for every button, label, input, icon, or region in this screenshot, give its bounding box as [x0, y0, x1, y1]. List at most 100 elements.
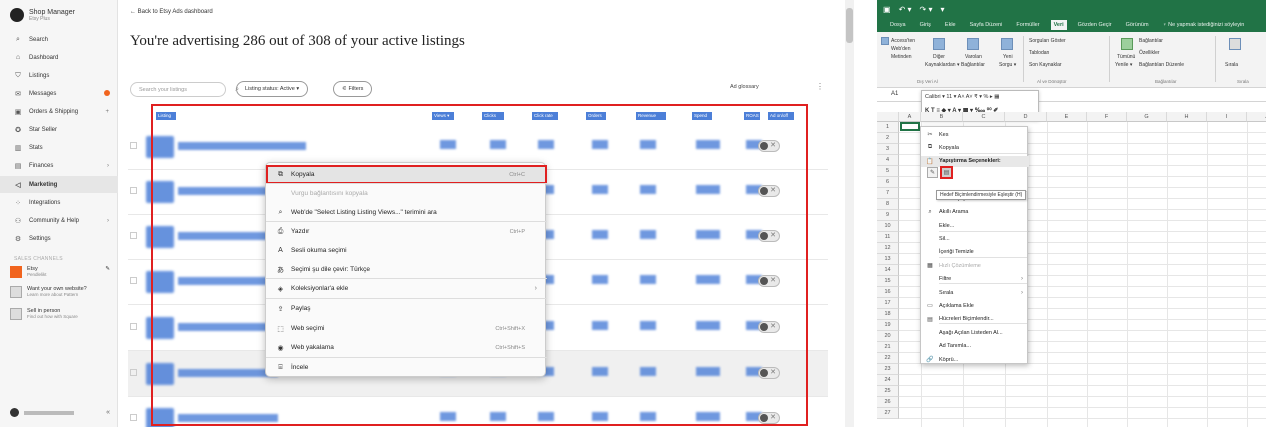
- row-header[interactable]: 13: [877, 254, 899, 265]
- sidebar-item-search[interactable]: ⌕ Search: [0, 31, 118, 48]
- row-checkbox[interactable]: [130, 414, 137, 421]
- context-menu-item[interactable]: ⧉ Kopyala Ctrl+C: [266, 165, 547, 184]
- row-header[interactable]: 27: [877, 408, 899, 419]
- shop-header[interactable]: Shop Manager Etsy Plus: [10, 8, 75, 22]
- excel-menu-item[interactable]: Sil...: [921, 233, 1029, 244]
- context-menu-item[interactable]: ◉ Web yakalama Ctrl+Shift+S: [266, 338, 547, 357]
- sales-channel-item[interactable]: Etsy Pendlelikt ✎: [10, 266, 110, 278]
- tab-5[interactable]: Veri: [1050, 20, 1067, 30]
- tab-3[interactable]: Sayfa Düzeni: [967, 20, 1006, 30]
- tab-8[interactable]: ♀ Ne yapmak istediğinizi söyleyin: [1160, 20, 1248, 30]
- quick-access-button[interactable]: ↷ ▾: [920, 5, 933, 14]
- excel-menu-item[interactable]: Aşağı Açılan Listeden Al...: [921, 327, 1029, 338]
- row-header[interactable]: 1: [877, 122, 899, 133]
- column-header-G[interactable]: G: [1127, 112, 1167, 122]
- row-header[interactable]: 7: [877, 188, 899, 199]
- column-header-J[interactable]: J: [1247, 112, 1266, 122]
- ad-glossary-link[interactable]: Ad glossary: [730, 84, 759, 90]
- sales-channel-item[interactable]: Want your own website? Learn more about P…: [10, 286, 110, 298]
- column-header-I[interactable]: I: [1207, 112, 1247, 122]
- expand-icon[interactable]: ›: [107, 218, 109, 224]
- row-header[interactable]: 22: [877, 353, 899, 364]
- quick-access-button[interactable]: ▣: [883, 5, 891, 14]
- context-menu-item[interactable]: ⎙ Yazdır Ctrl+P: [266, 222, 547, 241]
- filters-button[interactable]: ⚟ Filters: [333, 81, 373, 97]
- row-checkbox[interactable]: [130, 277, 137, 284]
- column-header-B[interactable]: B: [921, 112, 963, 122]
- tab-2[interactable]: Ekle: [942, 20, 959, 30]
- ribbon-button-label[interactable]: Sorgu ▾: [999, 62, 1016, 68]
- tab-7[interactable]: Görünüm: [1123, 20, 1152, 30]
- sidebar-item-integrations[interactable]: ⁘ Integrations: [0, 194, 118, 211]
- excel-menu-item[interactable]: ⧉ Kopyala: [921, 142, 1029, 153]
- ribbon-button-label[interactable]: Varolan: [965, 54, 982, 60]
- column-header-H[interactable]: H: [1167, 112, 1207, 122]
- row-header[interactable]: 10: [877, 221, 899, 232]
- quick-access-button[interactable]: ↶ ▾: [899, 5, 912, 14]
- column-header-A[interactable]: A: [899, 112, 921, 122]
- paste-match-format-icon[interactable]: ▤: [940, 166, 953, 179]
- tab-4[interactable]: Formüller: [1013, 20, 1042, 30]
- row-checkbox[interactable]: [130, 323, 137, 330]
- row-header[interactable]: 12: [877, 243, 899, 254]
- edit-icon[interactable]: ✎: [105, 266, 110, 278]
- context-menu-item[interactable]: ⌸ İncele: [266, 358, 547, 377]
- excel-menu-item[interactable]: ✂ Kes: [921, 129, 1029, 140]
- quick-access-button[interactable]: ▾: [940, 5, 944, 14]
- sidebar-item-settings[interactable]: ⚙ Settings: [0, 230, 118, 247]
- expand-icon[interactable]: ›: [107, 163, 109, 169]
- sidebar-item-community-help[interactable]: ⚇ Community & Help ›: [0, 212, 118, 229]
- ribbon-button-label[interactable]: Sorguları Göster: [1029, 38, 1066, 44]
- context-menu-item[interactable]: A Sesli okuma seçimi: [266, 241, 547, 260]
- ribbon-button-label[interactable]: Kaynaklardan ▾: [925, 62, 959, 68]
- excel-menu-item[interactable]: 📋 Yapıştırma Seçenekleri:: [921, 155, 1029, 167]
- sidebar-item-finances[interactable]: ▤ Finances ›: [0, 157, 118, 174]
- row-header[interactable]: 2: [877, 133, 899, 144]
- tab-0[interactable]: Dosya: [887, 20, 909, 30]
- row-header[interactable]: 24: [877, 375, 899, 386]
- row-header[interactable]: 3: [877, 144, 899, 155]
- excel-menu-item[interactable]: ⌕ Akıllı Arama: [921, 207, 1029, 218]
- name-box[interactable]: A1: [891, 91, 898, 97]
- row-header[interactable]: 9: [877, 210, 899, 221]
- row-header[interactable]: 11: [877, 232, 899, 243]
- ribbon-button-label[interactable]: Bağlantılar: [1139, 38, 1163, 44]
- user-bar[interactable]: «: [10, 408, 110, 417]
- excel-menu-item[interactable]: ▭ Açıklama Ekle: [921, 300, 1029, 311]
- sidebar-item-stats[interactable]: ▥ Stats: [0, 139, 118, 156]
- row-header[interactable]: 25: [877, 386, 899, 397]
- excel-menu-item[interactable]: 🔗 Köprü...: [921, 354, 1029, 365]
- ribbon-button-label[interactable]: Diğer: [933, 54, 945, 60]
- row-header[interactable]: 8: [877, 199, 899, 210]
- context-menu-item[interactable]: ⇪ Paylaş: [266, 299, 547, 318]
- sidebar-item-marketing[interactable]: ◁ Marketing: [0, 176, 118, 193]
- row-header[interactable]: 4: [877, 155, 899, 166]
- ribbon-button-label[interactable]: Özellikler: [1139, 50, 1160, 56]
- tab-1[interactable]: Giriş: [917, 20, 934, 30]
- ribbon-button-label[interactable]: Yenile ▾: [1115, 62, 1132, 68]
- row-checkbox[interactable]: [130, 187, 137, 194]
- row-header[interactable]: 19: [877, 320, 899, 331]
- paste-option-icon[interactable]: ✎: [927, 167, 938, 178]
- ribbon-button-label[interactable]: Son Kaynaklar: [1029, 62, 1062, 68]
- row-header[interactable]: 18: [877, 309, 899, 320]
- select-all-corner[interactable]: [877, 112, 899, 122]
- sidebar-item-orders-shipping[interactable]: ▣ Orders & Shipping +: [0, 103, 118, 120]
- expand-icon[interactable]: +: [105, 109, 109, 115]
- ribbon-button-label[interactable]: Sırala: [1225, 62, 1238, 68]
- excel-menu-item[interactable]: Ekle...: [921, 220, 1029, 231]
- row-header[interactable]: 15: [877, 276, 899, 287]
- context-menu-item[interactable]: あ Seçimi şu dile çevir: Türkçe: [266, 260, 547, 279]
- font-size[interactable]: 11: [946, 94, 952, 100]
- ribbon-button-label[interactable]: Tablodan: [1029, 50, 1049, 56]
- context-menu-item[interactable]: ◈ Koleksiyonlar'a ekle ›: [266, 279, 547, 298]
- row-header[interactable]: 21: [877, 342, 899, 353]
- mini-toolbar-row1[interactable]: Calibri ▾ 11 ▾ A˄ A˅ ₹ ▾ % ▸ ▦: [925, 94, 999, 100]
- sidebar-item-dashboard[interactable]: ⌂ Dashboard: [0, 49, 118, 66]
- row-header[interactable]: 17: [877, 298, 899, 309]
- sidebar-item-star-seller[interactable]: ✪ Star Seller: [0, 121, 118, 138]
- column-header-D[interactable]: D: [1005, 112, 1047, 122]
- sidebar-item-messages[interactable]: ✉ Messages: [0, 85, 118, 102]
- tab-6[interactable]: Gözden Geçir: [1075, 20, 1115, 30]
- sales-channel-item[interactable]: Sell in person Find out how with Square: [10, 308, 110, 320]
